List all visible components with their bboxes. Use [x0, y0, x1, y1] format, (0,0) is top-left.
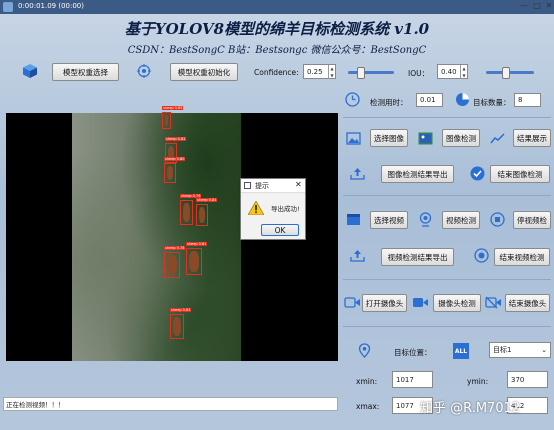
dialog-title: 提示: [255, 182, 269, 190]
detection-box: sheep 0.80: [164, 157, 186, 183]
spin-arrows-icon[interactable]: ▲ ▼: [328, 64, 335, 79]
export-image-result-button[interactable]: 图像检测结果导出: [381, 165, 454, 183]
target-icon: [136, 63, 152, 79]
page-subtitle: CSDN：BestSongC B站：Bestsongc 微信公众号：BestSo…: [127, 45, 427, 56]
detection-box: sheep 0.85: [162, 106, 184, 129]
end-image-detect-button[interactable]: 结束图像检测: [490, 165, 550, 183]
dialog-titlebar: 提示 ✕: [241, 179, 305, 193]
confidence-label: Confidence:: [254, 68, 299, 77]
detection-tag: sheep 0.80: [164, 157, 186, 161]
detection-tag: sheep 0.85: [162, 106, 184, 110]
model-init-button[interactable]: 模型权重初始化: [170, 63, 238, 81]
position-label: 目标位置：: [394, 348, 432, 357]
video-frame: [72, 113, 241, 361]
slider-handle[interactable]: [502, 67, 511, 79]
dialog-app-icon: [244, 182, 251, 189]
picture-icon: [418, 132, 434, 146]
webcam-icon: [418, 212, 434, 228]
detection-tag: sheep 0.78: [164, 246, 186, 250]
divider: [343, 195, 551, 196]
window-titlebar: 0:00:01.09 (00:00) — □ ✕: [0, 0, 554, 14]
image-icon: [346, 132, 362, 146]
ymin-label: ymin:: [467, 377, 489, 386]
camera-detect-button[interactable]: 摄像头检测: [433, 294, 481, 312]
open-camera-button[interactable]: 打开摄像头: [362, 294, 407, 312]
record-icon: [474, 248, 490, 264]
slider-handle[interactable]: [356, 67, 365, 79]
detection-tag: sheep 0.81: [186, 242, 208, 246]
check-circle-icon: [470, 166, 486, 182]
chevron-down-icon[interactable]: ⌄: [541, 346, 547, 354]
count-value: 8: [514, 93, 541, 107]
upload-icon: [350, 249, 366, 263]
select-image-button[interactable]: 选择图像: [370, 129, 408, 147]
xmin-label: xmin:: [356, 377, 378, 386]
window-title: 0:00:01.09 (00:00): [18, 2, 84, 10]
detection-box: sheep 0.78: [164, 246, 186, 278]
camera-icon: [344, 296, 362, 310]
end-camera-button[interactable]: 结束摄像头: [505, 294, 550, 312]
target-select-value: 目标1: [493, 346, 512, 354]
iou-spinbox[interactable]: 0.40 ▲ ▼: [437, 64, 468, 79]
upload-icon: [350, 167, 366, 181]
detection-tag: sheep 0.82: [165, 137, 187, 141]
detection-box: sheep 0.84: [196, 198, 218, 226]
select-video-button[interactable]: 选择视频: [370, 211, 408, 229]
pause-video-button[interactable]: 停视频检: [513, 211, 551, 229]
count-label: 目标数量：: [473, 98, 511, 107]
time-label: 检测用时：: [370, 98, 408, 107]
stop-icon: [490, 212, 506, 228]
divider: [343, 326, 551, 327]
minimize-icon[interactable]: —: [519, 1, 529, 11]
location-pin-icon: [358, 343, 372, 359]
watermark: 知乎 @R.M7012: [420, 401, 521, 416]
pie-chart-icon: [455, 92, 471, 108]
xmax-label: xmax:: [356, 402, 380, 411]
model-select-button[interactable]: 模型权重选择: [52, 63, 119, 81]
detection-box: sheep 0.83: [170, 308, 192, 339]
video-camera-icon: [412, 296, 430, 310]
iou-value: 0.40: [441, 67, 457, 76]
clock-icon: [345, 92, 361, 108]
grid-icon: ALL: [453, 343, 469, 359]
close-icon[interactable]: ✕: [544, 1, 554, 11]
app-icon: [3, 2, 13, 12]
ok-button[interactable]: OK: [261, 224, 299, 236]
export-video-result-button[interactable]: 视频检测结果导出: [381, 248, 454, 266]
detection-tag: sheep 0.84: [196, 198, 218, 202]
detection-box: sheep 0.79: [180, 194, 202, 225]
dialog-close-icon[interactable]: ✕: [295, 180, 302, 189]
warning-icon: [247, 200, 265, 217]
xmin-value: 1017: [392, 371, 433, 388]
show-result-button[interactable]: 结果展示: [513, 129, 551, 147]
divider: [343, 279, 551, 280]
maximize-icon[interactable]: □: [532, 1, 542, 11]
page-title: 基于YOLOV8模型的绵羊目标检测系统 v1.0: [124, 20, 430, 38]
detection-box: sheep 0.81: [186, 242, 208, 275]
target-select[interactable]: 目标1 ⌄: [489, 342, 551, 358]
video-file-icon: [346, 213, 362, 227]
confidence-value: 0.25: [307, 67, 323, 76]
iou-label: IOU：: [408, 69, 430, 78]
time-value: 0.01: [416, 93, 443, 107]
camera-off-icon: [485, 296, 503, 310]
status-bar: 正在检测视频！！！: [3, 397, 338, 411]
spin-arrows-icon[interactable]: ▲ ▼: [460, 64, 467, 79]
dialog-message: 导出成功!: [271, 205, 300, 213]
divider: [343, 117, 551, 118]
video-detect-button[interactable]: 视频检测: [442, 211, 480, 229]
iou-slider[interactable]: [486, 67, 534, 79]
line-chart-icon: [490, 132, 506, 146]
end-video-detect-button[interactable]: 结束视频检测: [494, 248, 550, 266]
confidence-spinbox[interactable]: 0.25 ▲ ▼: [303, 64, 336, 79]
confidence-slider[interactable]: [348, 67, 394, 79]
info-dialog: 提示 ✕ 导出成功! OK: [240, 178, 306, 240]
ymin-value: 370: [507, 371, 548, 388]
image-detect-button[interactable]: 图像检测: [442, 129, 480, 147]
detection-tag: sheep 0.83: [170, 308, 192, 312]
cube-icon: [21, 62, 39, 80]
